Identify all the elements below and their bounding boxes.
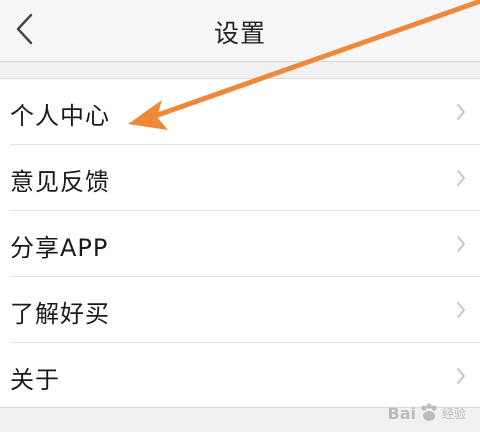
chevron-right-icon bbox=[457, 368, 465, 384]
paw-icon bbox=[421, 403, 437, 421]
settings-list: 个人中心 意见反馈 分享APP 了解好买 关于 bbox=[0, 78, 480, 408]
watermark-brand: Bai bbox=[387, 403, 416, 423]
chevron-right-icon bbox=[457, 302, 465, 318]
page-title: 设置 bbox=[213, 19, 266, 48]
chevron-right-icon bbox=[457, 170, 465, 186]
settings-item-label: 关于 bbox=[10, 366, 60, 394]
settings-item-label: 了解好买 bbox=[10, 300, 110, 328]
watermark: Bai 经验 bbox=[387, 402, 466, 424]
chevron-right-icon bbox=[457, 236, 465, 252]
settings-item-feedback[interactable]: 意见反馈 bbox=[0, 145, 480, 211]
settings-item-label: 个人中心 bbox=[10, 102, 110, 130]
settings-screen: 设置 个人中心 意见反馈 分享APP 了解好买 关于 Bai 经验 bbox=[0, 0, 480, 432]
settings-item-label: 意见反馈 bbox=[10, 168, 110, 196]
settings-item-about[interactable]: 关于 bbox=[0, 343, 480, 409]
settings-item-share-app[interactable]: 分享APP bbox=[0, 211, 480, 277]
navigation-bar: 设置 bbox=[0, 0, 480, 62]
settings-item-personal-center[interactable]: 个人中心 bbox=[0, 79, 480, 145]
settings-item-label: 分享APP bbox=[10, 234, 109, 262]
settings-item-about-haomai[interactable]: 了解好买 bbox=[0, 277, 480, 343]
watermark-suffix: 经验 bbox=[441, 406, 466, 421]
chevron-right-icon bbox=[457, 104, 465, 120]
